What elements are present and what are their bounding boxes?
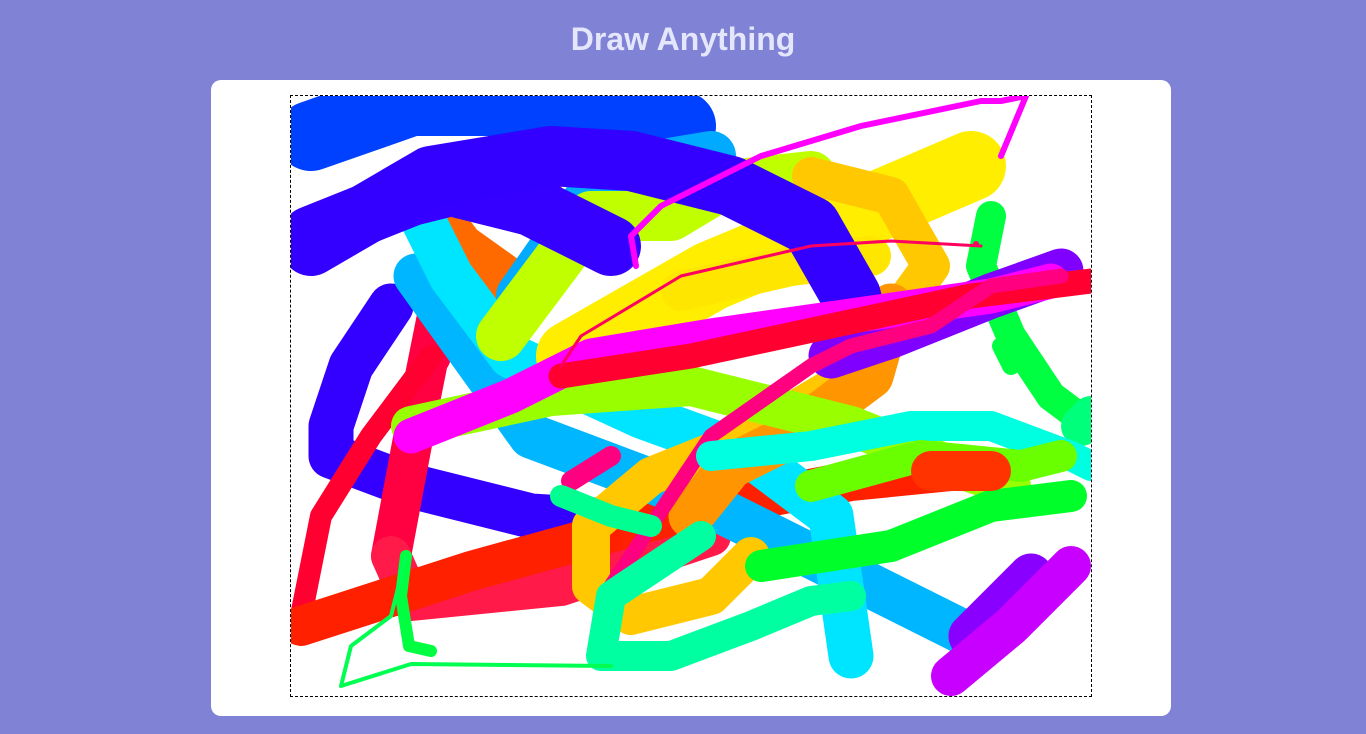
- page-title: Draw Anything: [570, 21, 796, 57]
- stroke-end-dot: [973, 241, 979, 247]
- stroke: [966, 201, 1091, 441]
- stroke: [1061, 396, 1091, 446]
- drawing-card: [211, 80, 1171, 716]
- drawing-canvas[interactable]: [290, 95, 1092, 697]
- drawing-strokes: [291, 96, 1091, 696]
- stroke: [992, 337, 1020, 375]
